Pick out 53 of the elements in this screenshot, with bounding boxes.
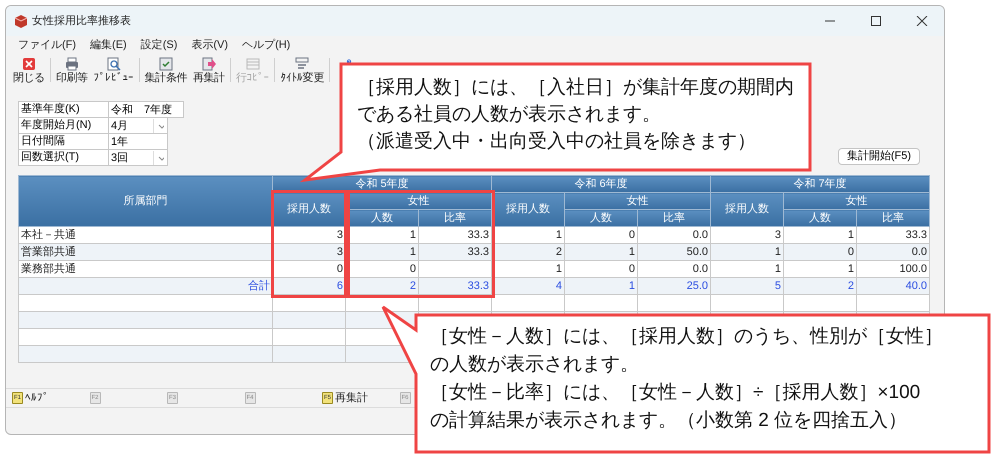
column-header: 採用人数 bbox=[272, 192, 346, 226]
column-header: 人数 bbox=[784, 210, 856, 226]
callout-text: の計算結果が表示されます。（小数第 2 位を四捨五入） bbox=[430, 409, 908, 433]
callout-text: ［女性－比率］には、［女性－人数］÷［採用人数］×100 bbox=[430, 381, 922, 405]
menu-item[interactable]: 設定(S) bbox=[140, 36, 178, 54]
column-header: 比率 bbox=[418, 210, 492, 226]
toolbar-button[interactable]: 集計条件 bbox=[142, 56, 190, 84]
value-field[interactable]: 1年 bbox=[108, 133, 168, 150]
table-cell: 33.3 bbox=[418, 278, 492, 294]
checklist-icon bbox=[158, 56, 173, 70]
title-lines-icon bbox=[295, 56, 310, 70]
toolbar-button[interactable]: ﾌﾟﾚﾋﾞｭｰ bbox=[90, 56, 137, 84]
start-button[interactable]: 集計開始(F5) bbox=[838, 148, 920, 165]
menu-item[interactable]: ヘルプ(H) bbox=[242, 36, 290, 54]
callout-text: の人数が表示されます。 bbox=[430, 353, 640, 377]
dropdown-field[interactable]: 3回 bbox=[108, 149, 168, 166]
maximize-icon[interactable] bbox=[868, 16, 884, 26]
column-header: 令和 7年度 bbox=[710, 176, 930, 192]
close-icon[interactable] bbox=[914, 16, 930, 26]
setting-label: 年度開始月(N) bbox=[18, 117, 109, 134]
chevron-down-icon bbox=[153, 150, 164, 164]
callout-text: である社員の人数が表示されます。 bbox=[357, 103, 662, 127]
column-header: 女性 bbox=[564, 192, 710, 210]
box-icon bbox=[14, 14, 28, 28]
column-header: 女性 bbox=[784, 192, 930, 210]
callout-text: （派遣受入中・出向受入中の社員を除きます） bbox=[357, 130, 757, 154]
menu-item[interactable]: ファイル(F) bbox=[18, 36, 76, 54]
column-header: 採用人数 bbox=[492, 192, 564, 226]
toolbar-button[interactable]: 再集計 bbox=[190, 56, 228, 84]
toolbar-button[interactable]: 印刷等 bbox=[52, 56, 91, 84]
callout-text: ［採用人数］には、［入社日］が集計年度の期間内 bbox=[357, 76, 794, 100]
dropdown-field[interactable]: 4月 bbox=[108, 117, 168, 134]
menu-item[interactable]: 表示(V) bbox=[191, 36, 228, 54]
rows-icon bbox=[246, 56, 260, 70]
callout-text: ［女性－人数］には、［採用人数］のうち、性別が［女性］ bbox=[430, 325, 943, 349]
close-icon bbox=[22, 56, 36, 70]
column-header: 人数 bbox=[564, 210, 638, 226]
toolbar-button[interactable]: 閉じる bbox=[10, 56, 48, 84]
toolbar-button[interactable]: ﾀｲﾄﾙ変更 bbox=[277, 56, 327, 84]
column-header: 令和 6年度 bbox=[492, 176, 710, 192]
setting-label: 回数選択(T) bbox=[18, 149, 109, 166]
column-header: 採用人数 bbox=[710, 192, 784, 226]
menu-item[interactable]: 編集(E) bbox=[90, 36, 127, 54]
printer-icon bbox=[64, 56, 79, 70]
setting-label: 日付間隔 bbox=[18, 133, 109, 150]
arrow-document-icon bbox=[202, 56, 216, 70]
value-field[interactable]: 令和 7年度 bbox=[108, 101, 184, 118]
column-header: 比率 bbox=[856, 210, 930, 226]
window-title: 女性採用比率推移表 bbox=[32, 14, 131, 29]
column-header: 比率 bbox=[638, 210, 710, 226]
setting-label: 基準年度(K) bbox=[18, 101, 109, 118]
magnifier-icon bbox=[106, 56, 121, 70]
column-header: 所属部門 bbox=[18, 176, 272, 226]
